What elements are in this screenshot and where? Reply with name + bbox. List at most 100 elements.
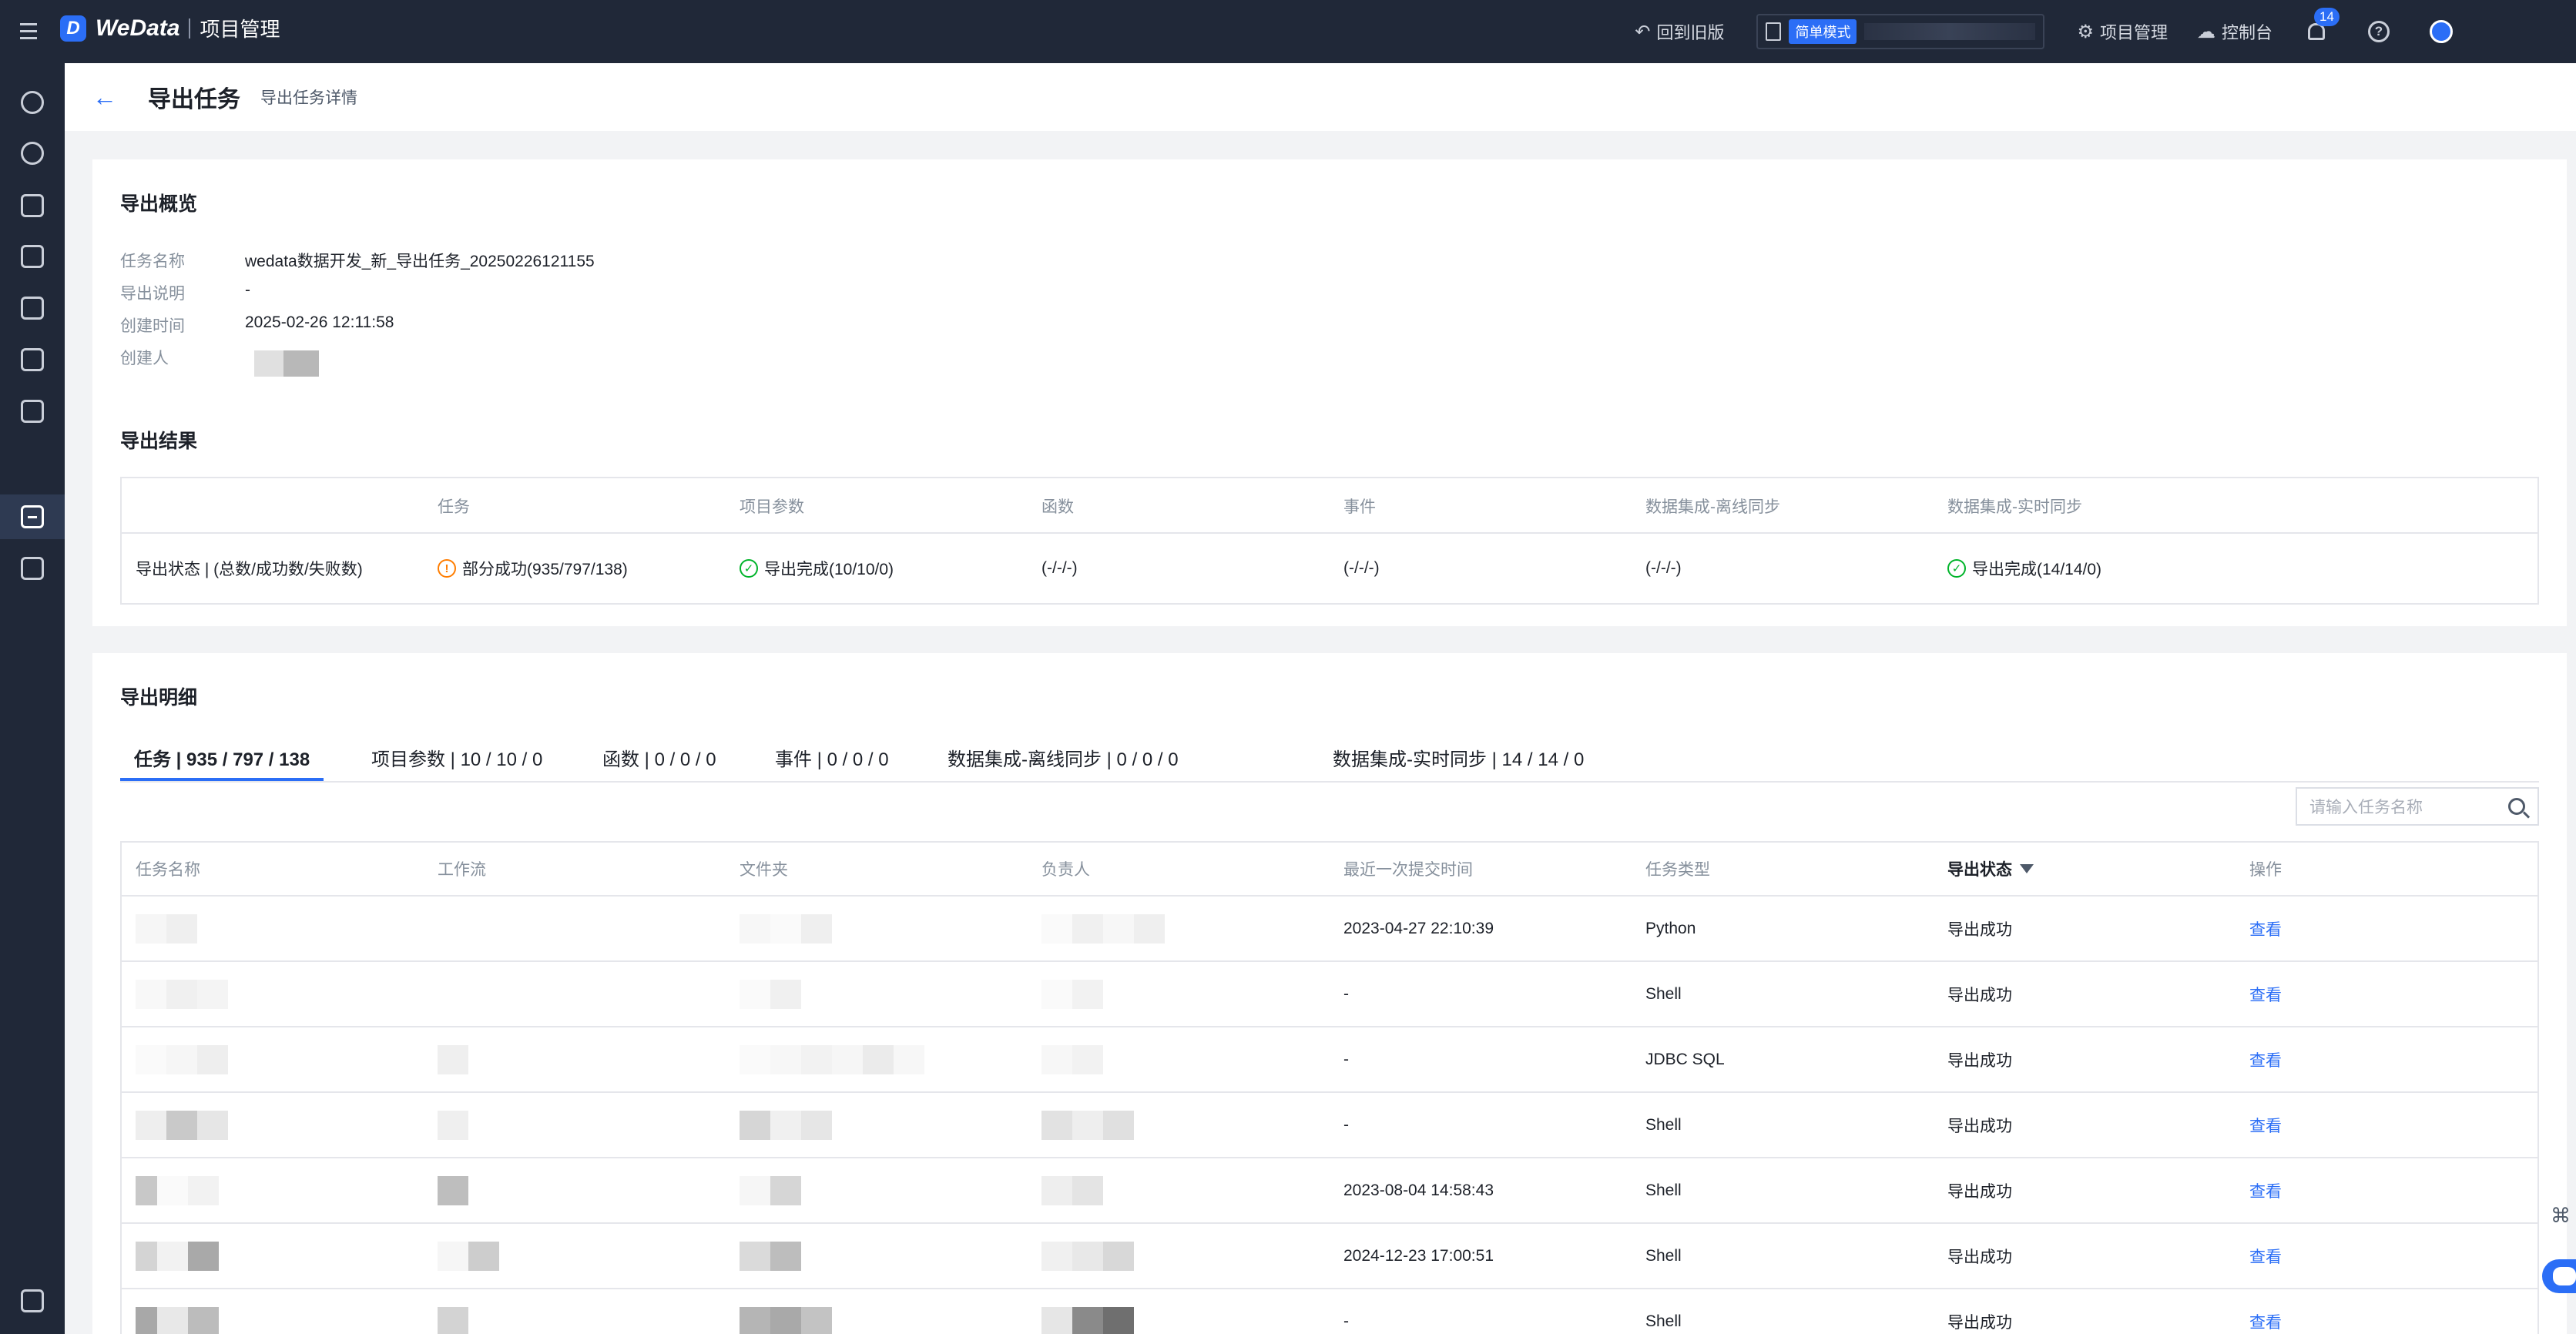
- field-creator: 创建人: [120, 346, 319, 381]
- calendar-icon: [21, 400, 44, 423]
- notification-button[interactable]: 14: [2305, 8, 2340, 43]
- logo-text: WeData: [96, 15, 180, 41]
- sidebar-item-packages[interactable]: [0, 286, 65, 330]
- column-header: 文件夹: [740, 861, 788, 879]
- sidebar-item-resources[interactable]: [0, 183, 65, 228]
- task-search-input[interactable]: 请输入任务名称: [2296, 787, 2539, 826]
- table-row: - Shell 导出成功 查看: [122, 1093, 2537, 1158]
- submit-time: -: [1343, 1312, 1349, 1330]
- workflow-redacted: [438, 1027, 468, 1091]
- results-data-row: 导出状态 | (总数/成功数/失败数) ! 部分成功(935/797/138) …: [122, 534, 2537, 603]
- collapse-icon: [21, 1289, 44, 1312]
- tab-tasks[interactable]: 任务 | 935 / 797 / 138: [120, 744, 324, 781]
- filter-icon[interactable]: [2020, 864, 2034, 873]
- results-header: 任务: [438, 498, 470, 516]
- table-row: - JDBC SQL 导出成功 查看: [122, 1027, 2537, 1093]
- folder-redacted: [740, 897, 832, 960]
- app-section-title: 项目管理: [200, 18, 280, 41]
- mode-tag: 简单模式: [1789, 19, 1857, 44]
- sidebar-item-members[interactable]: [0, 131, 65, 176]
- results-header-row: 任务 项目参数 函数 事件 数据集成-离线同步 数据集成-实时同步: [122, 478, 2537, 534]
- app-logo[interactable]: D WeData 项目管理: [60, 14, 280, 42]
- export-status: 导出成功: [1947, 1051, 2012, 1070]
- task-type: Shell: [1645, 984, 1682, 1003]
- search-placeholder: 请输入任务名称: [2309, 799, 2423, 816]
- sidebar-item-export[interactable]: [0, 494, 65, 539]
- export-status: 导出成功: [1947, 920, 2012, 939]
- console-link[interactable]: ☁ 控制台: [2197, 19, 2272, 44]
- task-name-redacted: [136, 1027, 228, 1091]
- project-selector[interactable]: 简单模式: [1756, 14, 2045, 49]
- results-status-text: 部分成功(935/797/138): [462, 561, 628, 578]
- table-row: - Shell 导出成功 查看: [122, 962, 2537, 1027]
- results-status-realtime-sync: ✓ 导出完成(14/14/0): [1947, 534, 2101, 603]
- results-status-text: 导出完成(10/10/0): [764, 561, 894, 578]
- view-link[interactable]: 查看: [2249, 962, 2282, 1026]
- field-label: 导出说明: [120, 285, 185, 303]
- overview-card: 导出概览 任务名称 wedata数据开发_新_导出任务_202502261211…: [92, 159, 2567, 626]
- sidebar-item-calendar[interactable]: [0, 389, 65, 434]
- results-status-params: ✓ 导出完成(10/10/0): [740, 534, 894, 603]
- submit-time: 2024-12-23 17:00:51: [1343, 1246, 1494, 1265]
- workflow-redacted: [438, 1093, 468, 1157]
- owner-redacted: [1041, 1158, 1103, 1222]
- check-circle-icon: ✓: [740, 559, 758, 578]
- view-link[interactable]: 查看: [2249, 897, 2282, 960]
- task-name-redacted: [136, 1289, 219, 1334]
- workflow-redacted: [438, 1224, 499, 1288]
- detail-title: 导出明细: [120, 687, 198, 709]
- view-link[interactable]: 查看: [2249, 1224, 2282, 1288]
- results-status-text: 导出完成(14/14/0): [1972, 561, 2102, 578]
- tab-functions[interactable]: 函数 | 0 / 0 / 0: [602, 744, 716, 781]
- field-label: 创建人: [120, 350, 169, 367]
- sidebar-item-folder[interactable]: [0, 234, 65, 279]
- tab-project-params[interactable]: 项目参数 | 10 / 10 / 0: [371, 744, 542, 781]
- tab-events[interactable]: 事件 | 0 / 0 / 0: [775, 744, 889, 781]
- view-link[interactable]: 查看: [2249, 1289, 2282, 1334]
- results-row-label: 导出状态 | (总数/成功数/失败数): [136, 561, 363, 578]
- submit-time: -: [1343, 1115, 1349, 1134]
- folder-redacted: [740, 1158, 801, 1222]
- workflow-redacted: [438, 1158, 468, 1222]
- results-header: 数据集成-离线同步: [1645, 498, 1780, 516]
- column-header: 最近一次提交时间: [1343, 861, 1473, 879]
- assistant-robot-icon[interactable]: [2542, 1259, 2576, 1293]
- shortcut-command-icon[interactable]: ⌘: [2545, 1198, 2576, 1232]
- sidebar-item-import[interactable]: [0, 546, 65, 591]
- owner-redacted: [1041, 897, 1165, 960]
- user-avatar[interactable]: [2430, 20, 2453, 43]
- task-name-redacted: [136, 1093, 228, 1157]
- results-status-text: (-/-/-): [1041, 559, 1078, 577]
- warning-icon: !: [438, 559, 456, 578]
- menu-icon[interactable]: [15, 18, 42, 44]
- search-icon[interactable]: [2508, 798, 2525, 815]
- column-header: 任务类型: [1645, 861, 1710, 879]
- results-header: 数据集成-实时同步: [1947, 498, 2082, 516]
- view-link[interactable]: 查看: [2249, 1093, 2282, 1157]
- sidebar-item-overview[interactable]: [0, 80, 65, 125]
- detail-table: 任务名称 工作流 文件夹 负责人 最近一次提交时间 任务类型 导出状态 操作 2…: [120, 841, 2539, 1334]
- back-to-old-version-button[interactable]: ↶ 回到旧版: [1635, 19, 1724, 44]
- folder-redacted: [740, 1224, 801, 1288]
- sidebar-collapse[interactable]: [0, 1279, 65, 1323]
- export-status: 导出成功: [1947, 1182, 2012, 1201]
- view-link[interactable]: 查看: [2249, 1027, 2282, 1091]
- import-icon: [21, 557, 44, 580]
- field-label: 任务名称: [120, 253, 185, 270]
- tab-realtime-sync[interactable]: 数据集成-实时同步 | 14 / 14 / 0: [1333, 744, 1584, 781]
- back-arrow-icon[interactable]: ←: [92, 83, 123, 112]
- project-management-link[interactable]: ⚙ 项目管理: [2077, 19, 2168, 44]
- undo-icon: ↶: [1635, 21, 1651, 42]
- field-task-name: 任务名称 wedata数据开发_新_导出任务_20250226121155: [120, 249, 595, 272]
- help-icon[interactable]: ?: [2368, 21, 2390, 42]
- cloud-icon: ☁: [2196, 21, 2215, 42]
- owner-redacted: [1041, 962, 1103, 1026]
- column-header-status[interactable]: 导出状态: [1947, 843, 2034, 895]
- document-icon: [1766, 22, 1782, 41]
- tab-offline-sync[interactable]: 数据集成-离线同步 | 0 / 0 / 0: [948, 744, 1179, 781]
- view-link[interactable]: 查看: [2249, 1158, 2282, 1222]
- results-title: 导出结果: [120, 431, 198, 452]
- sidebar-item-functions[interactable]: [0, 337, 65, 382]
- field-value: -: [245, 281, 250, 299]
- export-status: 导出成功: [1947, 1313, 2012, 1332]
